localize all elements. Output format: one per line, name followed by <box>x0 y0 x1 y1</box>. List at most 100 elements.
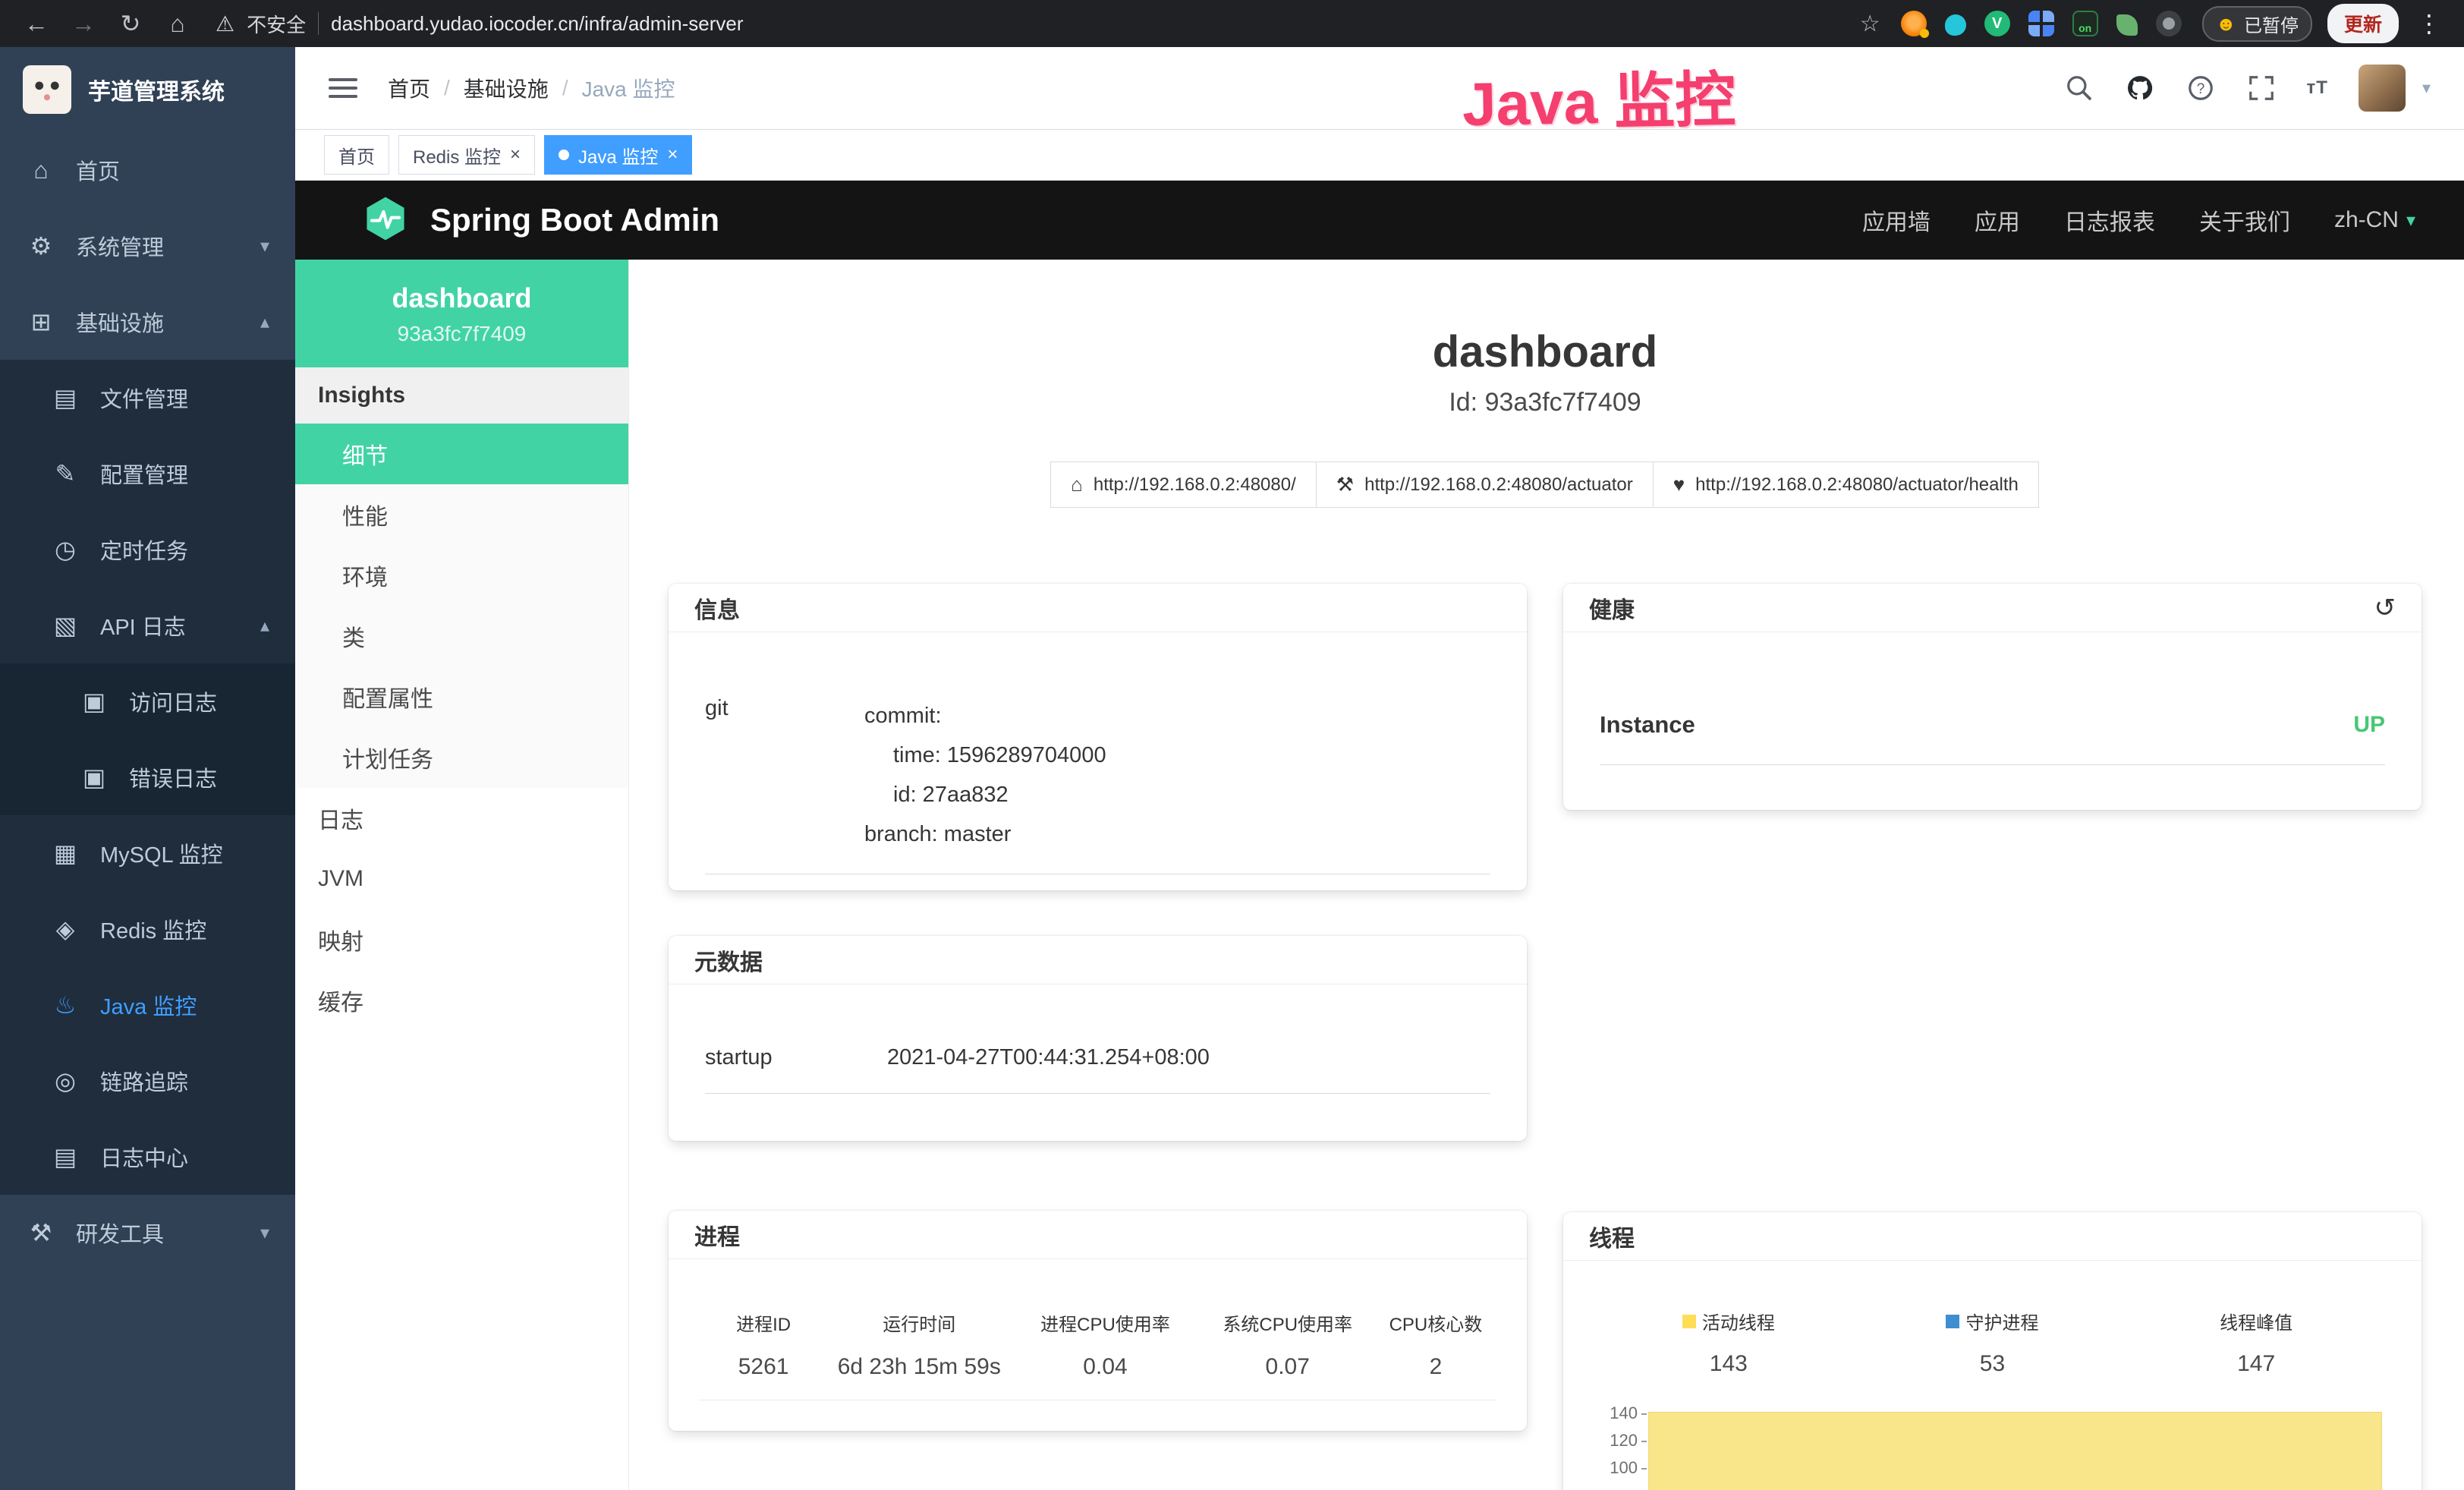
health-card-title: 健康 <box>1589 591 1635 625</box>
bookmark-star-icon[interactable]: ☆ <box>1860 11 1880 37</box>
sba-item-jvm[interactable]: JVM <box>295 849 628 909</box>
browser-back-button[interactable]: ← <box>17 0 56 47</box>
breadcrumb-home[interactable]: 首页 <box>388 73 430 103</box>
sba-brand-title[interactable]: Spring Boot Admin <box>430 202 719 238</box>
sidebar-item-redis-monitor[interactable]: ◈ Redis 监控 <box>0 891 295 967</box>
browser-reload-button[interactable]: ↻ <box>111 0 150 47</box>
health-url-link[interactable]: ♥ http://192.168.0.2:48080/actuator/heal… <box>1653 461 2039 508</box>
tools-icon: ⚒ <box>26 1218 56 1247</box>
sba-item-environment[interactable]: 环境 <box>295 545 628 606</box>
close-icon[interactable]: × <box>510 144 521 165</box>
address-bar[interactable]: ⚠ 不安全 dashboard.yudao.iocoder.cn/infra/a… <box>216 10 744 38</box>
eye-icon: ◎ <box>50 1066 80 1095</box>
browser-menu-button[interactable]: ⋮ <box>2411 9 2447 38</box>
daemon-threads-label: 守护进程 <box>1965 1308 2038 1334</box>
extension-icon-fox[interactable] <box>1901 11 1927 36</box>
sidebar-item-tracing[interactable]: ◎ 链路追踪 <box>0 1043 295 1119</box>
tab-redis-monitor[interactable]: Redis 监控 × <box>398 135 535 175</box>
extension-icon-v[interactable]: V <box>1984 11 2010 36</box>
process-id-value: 5261 <box>699 1354 828 1380</box>
sba-item-details[interactable]: 细节 <box>295 424 628 484</box>
tab-java-monitor[interactable]: Java 监控 × <box>544 135 692 175</box>
tab-label: Java 监控 <box>578 142 658 169</box>
breadcrumb-infra[interactable]: 基础设施 <box>464 73 549 103</box>
breadcrumb-separator: / <box>444 76 450 100</box>
tab-home[interactable]: 首页 <box>324 135 389 175</box>
browser-forward-button[interactable]: → <box>64 0 103 47</box>
link-label: http://192.168.0.2:48080/actuator <box>1364 474 1633 496</box>
extension-icon-switch[interactable]: on <box>2072 11 2098 36</box>
live-threads-label: 活动线程 <box>1702 1308 1775 1334</box>
avatar-caret-icon: ▾ <box>2422 78 2431 98</box>
sba-nav-about[interactable]: 关于我们 <box>2199 203 2290 237</box>
java-monitor-annotation: Java 监控 <box>1462 51 1736 143</box>
sidebar-item-label: 定时任务 <box>100 534 269 565</box>
sba-item-classes[interactable]: 类 <box>295 606 628 666</box>
sba-nav-journal[interactable]: 日志报表 <box>2064 203 2155 237</box>
github-icon[interactable] <box>2125 73 2155 103</box>
sba-app-name: dashboard <box>303 282 621 314</box>
sidebar-item-access-log[interactable]: ▣ 访问日志 <box>0 663 295 739</box>
live-threads-area <box>1648 1412 2382 1490</box>
instance-label: Instance <box>1600 711 1695 739</box>
help-icon[interactable]: ? <box>2186 73 2216 103</box>
sba-item-mappings[interactable]: 映射 <box>295 909 628 970</box>
sba-header: Spring Boot Admin 应用墙 应用 日志报表 关于我们 zh-CN… <box>295 181 2464 260</box>
sba-logo-icon <box>362 195 409 246</box>
search-icon[interactable] <box>2064 73 2094 103</box>
sba-main-content: dashboard Id: 93a3fc7f7409 ⌂ http://192.… <box>629 260 2464 1490</box>
sba-app-id: 93a3fc7f7409 <box>303 322 621 346</box>
sidebar-item-log-center[interactable]: ▤ 日志中心 <box>0 1119 295 1195</box>
user-avatar[interactable] <box>2359 65 2406 112</box>
sidebar-item-file-manage[interactable]: ▤ 文件管理 <box>0 360 295 436</box>
sba-item-metrics[interactable]: 性能 <box>295 484 628 545</box>
sba-item-logs[interactable]: 日志 <box>295 788 628 849</box>
service-url-link[interactable]: ⌂ http://192.168.0.2:48080/ <box>1050 461 1317 508</box>
instance-health-row[interactable]: Instance UP <box>1600 711 2385 765</box>
sidebar-item-api-log[interactable]: ▧ API 日志 ▴ <box>0 587 295 663</box>
security-label[interactable]: 不安全 <box>247 10 306 38</box>
browser-update-button[interactable]: 更新 <box>2327 4 2399 43</box>
browser-toolbar: ← → ↻ ⌂ ⚠ 不安全 dashboard.yudao.iocoder.cn… <box>0 0 2464 47</box>
actuator-url-link[interactable]: ⚒ http://192.168.0.2:48080/actuator <box>1316 461 1654 508</box>
close-icon[interactable]: × <box>667 144 678 165</box>
svg-text:?: ? <box>2196 81 2204 97</box>
extension-icon-drop[interactable] <box>1945 14 1966 36</box>
sidebar-item-error-log[interactable]: ▣ 错误日志 <box>0 739 295 815</box>
sidebar-item-java-monitor[interactable]: ♨ Java 监控 <box>0 967 295 1043</box>
sba-locale-select[interactable]: zh-CN ▾ <box>2334 207 2415 233</box>
security-warning-icon: ⚠ <box>216 11 234 36</box>
top-navbar: 首页 / 基础设施 / Java 监控 ? тT <box>295 47 2464 129</box>
sba-app-block[interactable]: dashboard 93a3fc7f7409 <box>295 260 628 367</box>
url-text[interactable]: dashboard.yudao.iocoder.cn/infra/admin-s… <box>331 12 743 36</box>
sidebar-item-scheduled-jobs[interactable]: ◷ 定时任务 <box>0 512 295 587</box>
history-icon[interactable]: ↺ <box>2374 593 2396 623</box>
sba-item-scheduled-tasks[interactable]: 计划任务 <box>295 727 628 788</box>
chevron-up-icon: ▴ <box>260 615 269 637</box>
hamburger-icon[interactable] <box>329 73 357 103</box>
font-size-icon[interactable]: тT <box>2307 77 2328 99</box>
extension-icon-grid[interactable] <box>2028 11 2054 36</box>
extension-icon-paw[interactable] <box>2156 11 2182 36</box>
sba-item-caches[interactable]: 缓存 <box>295 970 628 1031</box>
threads-chart-plot <box>1647 1400 2388 1482</box>
sidebar-item-label: API 日志 <box>100 610 241 641</box>
info-card-title: 信息 <box>694 591 740 625</box>
profile-paused-badge[interactable]: ☻ 已暂停 <box>2202 6 2312 42</box>
system-cpu-value: 0.07 <box>1201 1354 1375 1380</box>
document-icon: ▣ <box>79 687 109 716</box>
sidebar-item-system[interactable]: ⚙ 系统管理 ▾ <box>0 208 295 284</box>
sidebar-item-infra[interactable]: ⊞ 基础设施 ▴ <box>0 284 295 360</box>
sba-nav-wallboard[interactable]: 应用墙 <box>1862 203 1931 237</box>
extension-icon-leaf[interactable] <box>2116 14 2138 36</box>
sidebar-item-mysql-monitor[interactable]: ▦ MySQL 监控 <box>0 815 295 891</box>
sidebar-item-config-manage[interactable]: ✎ 配置管理 <box>0 436 295 512</box>
sba-item-config-props[interactable]: 配置属性 <box>295 666 628 727</box>
sidebar-item-dev-tools[interactable]: ⚒ 研发工具 ▾ <box>0 1195 295 1271</box>
chevron-up-icon: ▴ <box>260 311 269 333</box>
sba-nav-applications[interactable]: 应用 <box>1975 203 2020 237</box>
git-label: git <box>705 696 864 854</box>
fullscreen-icon[interactable] <box>2246 73 2277 103</box>
browser-home-button[interactable]: ⌂ <box>158 0 197 47</box>
sidebar-item-home[interactable]: ⌂ 首页 <box>0 132 295 208</box>
